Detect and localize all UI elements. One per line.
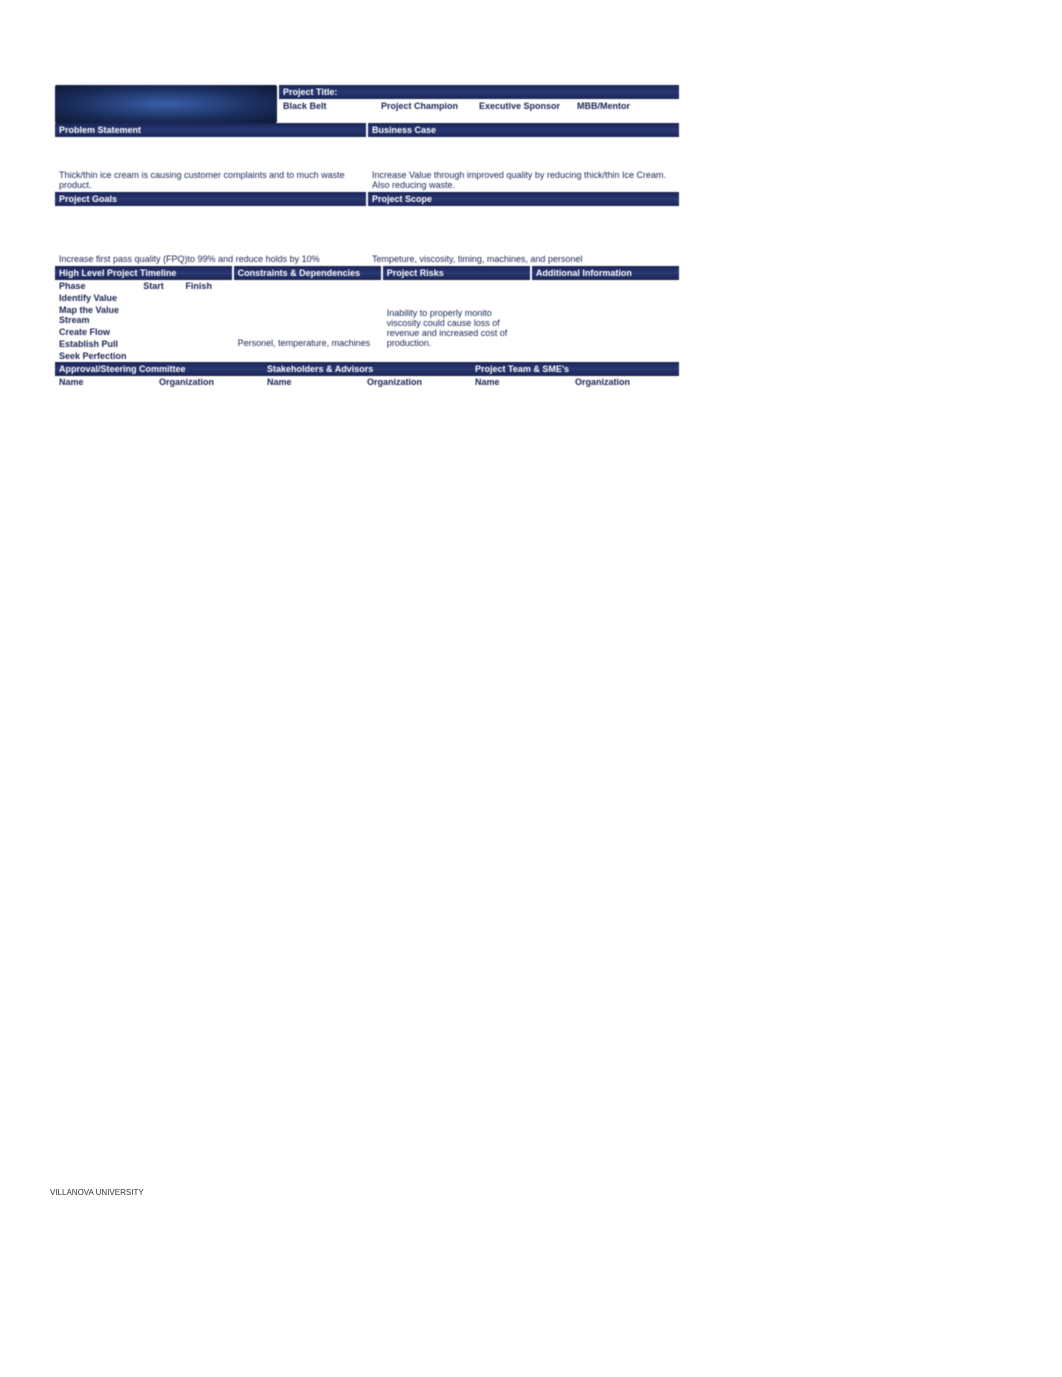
phase-map-value-stream: Map the Value Stream [59,305,143,325]
approval-org-label: Organization [159,377,259,387]
footer-text: VILLANOVA UNIVERSITY [50,1188,144,1197]
business-case-header: Business Case [368,123,679,137]
logo-area [55,85,277,123]
team-header: Project Team & SME's [471,362,679,376]
stakeholders-header: Stakeholders & Advisors [263,362,471,376]
project-scope-text: Tempeture, viscosity, timing, machines, … [372,254,675,264]
project-title-label: Project Title: [279,85,679,99]
phase-create-flow: Create Flow [59,327,143,337]
timeline-header: High Level Project Timeline [55,266,232,280]
team-org-label: Organization [575,377,675,387]
business-case-text: Increase Value through improved quality … [372,170,675,190]
stakeholders-org-label: Organization [367,377,467,387]
stakeholders-name-label: Name [267,377,367,387]
risks-header: Project Risks [383,266,530,280]
finish-col-label: Finish [185,281,227,291]
phase-seek-perfection: Seek Perfection [59,351,143,361]
mbb-mentor-label: MBB/Mentor [577,101,675,111]
risks-text: Inability to properly monito viscosity c… [387,308,526,348]
team-content [471,388,679,448]
phase-establish-pull: Establish Pull [59,339,143,349]
black-belt-label: Black Belt [283,101,381,111]
approval-header: Approval/Steering Committee [55,362,263,376]
problem-statement-header: Problem Statement [55,123,366,137]
project-goals-text: Increase first pass quality (FPQ)to 99% … [59,254,362,264]
phase-col-label: Phase [59,281,143,291]
additional-header: Additional Information [532,266,679,280]
project-scope-header: Project Scope [368,192,679,206]
project-goals-header: Project Goals [55,192,366,206]
approval-name-label: Name [59,377,159,387]
constraints-header: Constraints & Dependencies [234,266,381,280]
problem-statement-text: Thick/thin ice cream is causing customer… [59,170,362,190]
constraints-text: Personel, temperature, machines [238,338,377,348]
project-champion-label: Project Champion [381,101,479,111]
phase-identify-value: Identify Value [59,293,143,303]
approval-content [55,388,263,448]
start-col-label: Start [143,281,185,291]
team-name-label: Name [475,377,575,387]
stakeholders-content [263,388,471,448]
executive-sponsor-label: Executive Sponsor [479,101,577,111]
